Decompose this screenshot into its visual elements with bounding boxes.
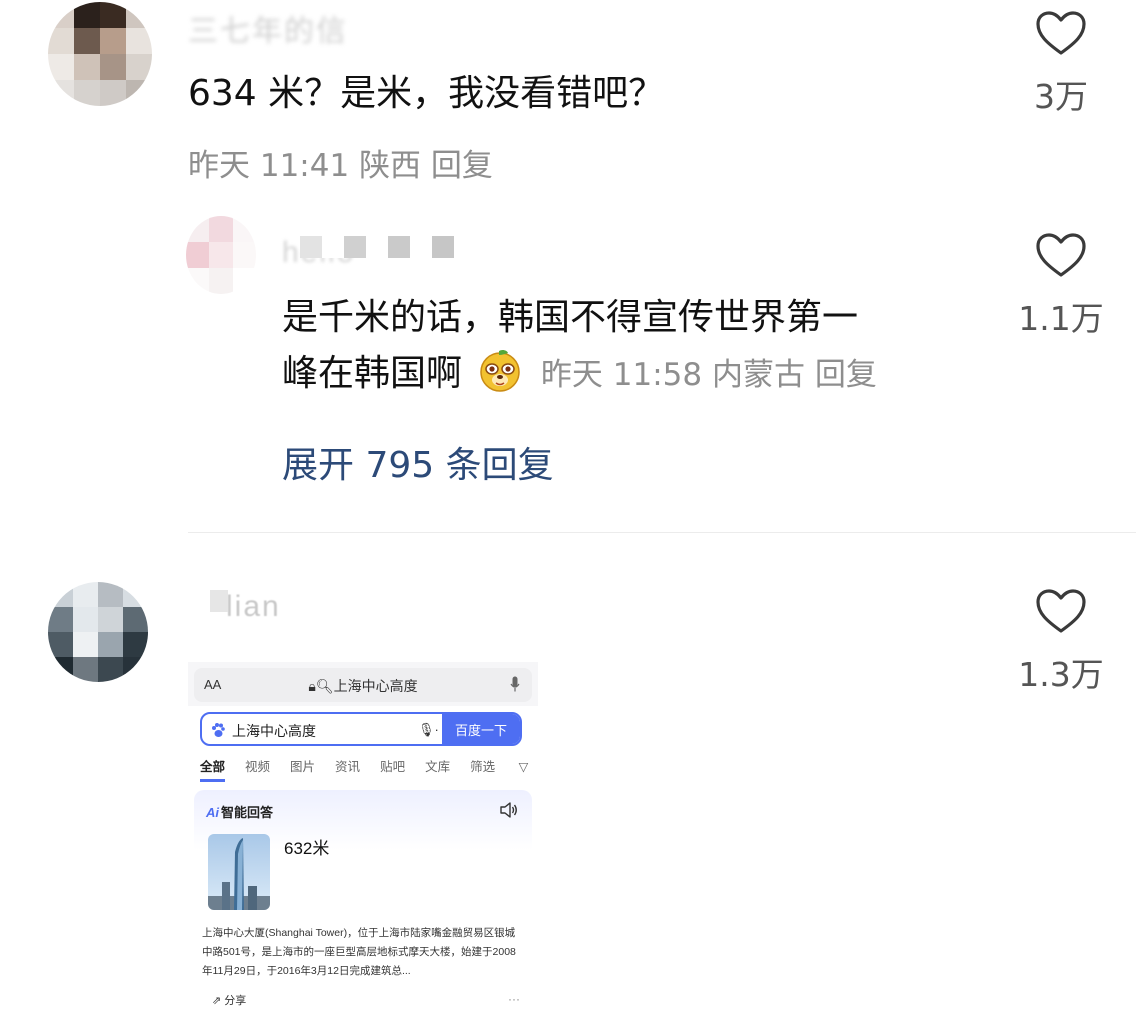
heart-icon [1036, 589, 1086, 633]
filter-label: 筛选 [470, 760, 496, 774]
tower-icon [208, 838, 270, 910]
comment-location: 陕西 [359, 148, 422, 184]
speaker-icon [500, 802, 517, 818]
tab-wenku: 文库 [425, 760, 451, 774]
like-count: 1.1万 [1018, 299, 1104, 338]
mic-icon [510, 676, 520, 692]
share-icon: ⇗ [212, 995, 225, 1007]
ai-title: 智能回答 [221, 805, 274, 820]
ai-answer-card: Ai 智能回答 632米 上海中心大厦(Shanghai Tower)，位于上海市… [194, 790, 532, 1012]
reply-text-line1: 是千米的话，韩国不得宣传世界第一 [282, 297, 859, 338]
reply-button[interactable]: 回复 [431, 148, 493, 184]
search-results-page: 上海中心高度 🎙︎· 百度一下 全部 视频 图片 资讯 贴吧 文库 筛选 ▽ A… [188, 706, 538, 1012]
reply-location: 内蒙古 [711, 356, 805, 393]
search-query: 上海中心高度 [232, 723, 316, 739]
avatar[interactable] [48, 582, 148, 682]
username-mosaic [300, 236, 454, 258]
more-icon: ··· [508, 992, 520, 1006]
comment-text: 634 米？是米，我没看错吧？ [188, 73, 665, 114]
like-button[interactable]: 1.1万 [1001, 232, 1121, 340]
comment-meta: 昨天 11:41 陕西 回复 [188, 140, 493, 185]
reply-text-line2: 峰在韩国啊 昨天 11:58 内蒙古 回复 [282, 346, 982, 402]
tab-videos: 视频 [245, 760, 271, 774]
baidu-paw-icon [212, 723, 225, 737]
comment-time: 昨天 11:41 [188, 148, 350, 184]
tab-news: 资讯 [335, 760, 361, 774]
reply-time: 昨天 11:58 [540, 356, 703, 393]
tab-images: 图片 [290, 760, 316, 774]
search-button: 百度一下 [442, 714, 520, 744]
like-button[interactable]: 1.3万 [1001, 588, 1121, 696]
address-url-text: 上海中心高度 [333, 678, 418, 694]
shanghai-tower-image [208, 834, 270, 910]
comment-username[interactable]: lian [226, 590, 281, 624]
filter-button: 筛选 ▽ [470, 756, 538, 782]
ai-answer-description: 上海中心大厦(Shanghai Tower)，位于上海市陆家嘴金融贸易区银城中路… [202, 927, 516, 977]
tab-tieba: 贴吧 [380, 760, 406, 774]
ai-badge: Ai [206, 805, 219, 820]
heart-icon [1036, 233, 1086, 277]
reply-button[interactable]: 回复 [815, 357, 877, 393]
reply-meta: 昨天 11:58 内蒙古 回复 [541, 357, 877, 393]
browser-address-bar: AA 🔒︎🔍︎上海中心高度 [194, 668, 532, 702]
search-input: 上海中心高度 🎙︎· 百度一下 [200, 712, 522, 746]
lock-search-icon: 🔒︎🔍︎ [308, 678, 334, 694]
like-count: 3万 [1034, 77, 1088, 116]
avatar[interactable] [48, 2, 152, 106]
share-button: ⇗ 分享 [212, 992, 246, 1008]
divider [188, 532, 1136, 533]
username-mosaic [188, 590, 228, 612]
like-count: 1.3万 [1018, 655, 1104, 694]
ai-answer-value: 632米 [284, 839, 330, 858]
dog-face-emoji-icon [480, 349, 521, 392]
voice-search-icon: 🎙︎· [418, 722, 439, 737]
reply-text-line2-text: 峰在韩国啊 [282, 352, 463, 394]
expand-replies-button[interactable]: 展开 795 条回复 [282, 436, 554, 488]
search-tabs: 全部 视频 图片 资讯 贴吧 文库 筛选 ▽ [200, 756, 530, 782]
ai-answer-title: Ai 智能回答 [206, 802, 273, 821]
tab-all: 全部 [200, 756, 226, 782]
share-label: 分享 [224, 995, 247, 1007]
avatar[interactable] [186, 216, 256, 294]
heart-icon [1036, 11, 1086, 55]
reply-text: 是千米的话，韩国不得宣传世界第一 峰在韩国啊 昨天 11:58 内蒙古 回复 [282, 290, 982, 402]
comment-image[interactable]: AA 🔒︎🔍︎上海中心高度 上海中心高度 🎙︎· 百度一下 全部 视频 图片 资… [188, 662, 538, 1012]
like-button[interactable]: 3万 [1001, 10, 1121, 118]
comment-username[interactable]: 三七年的信 [188, 6, 348, 50]
address-url: 🔒︎🔍︎上海中心高度 [194, 676, 532, 696]
filter-icon: ▽ [515, 760, 529, 774]
